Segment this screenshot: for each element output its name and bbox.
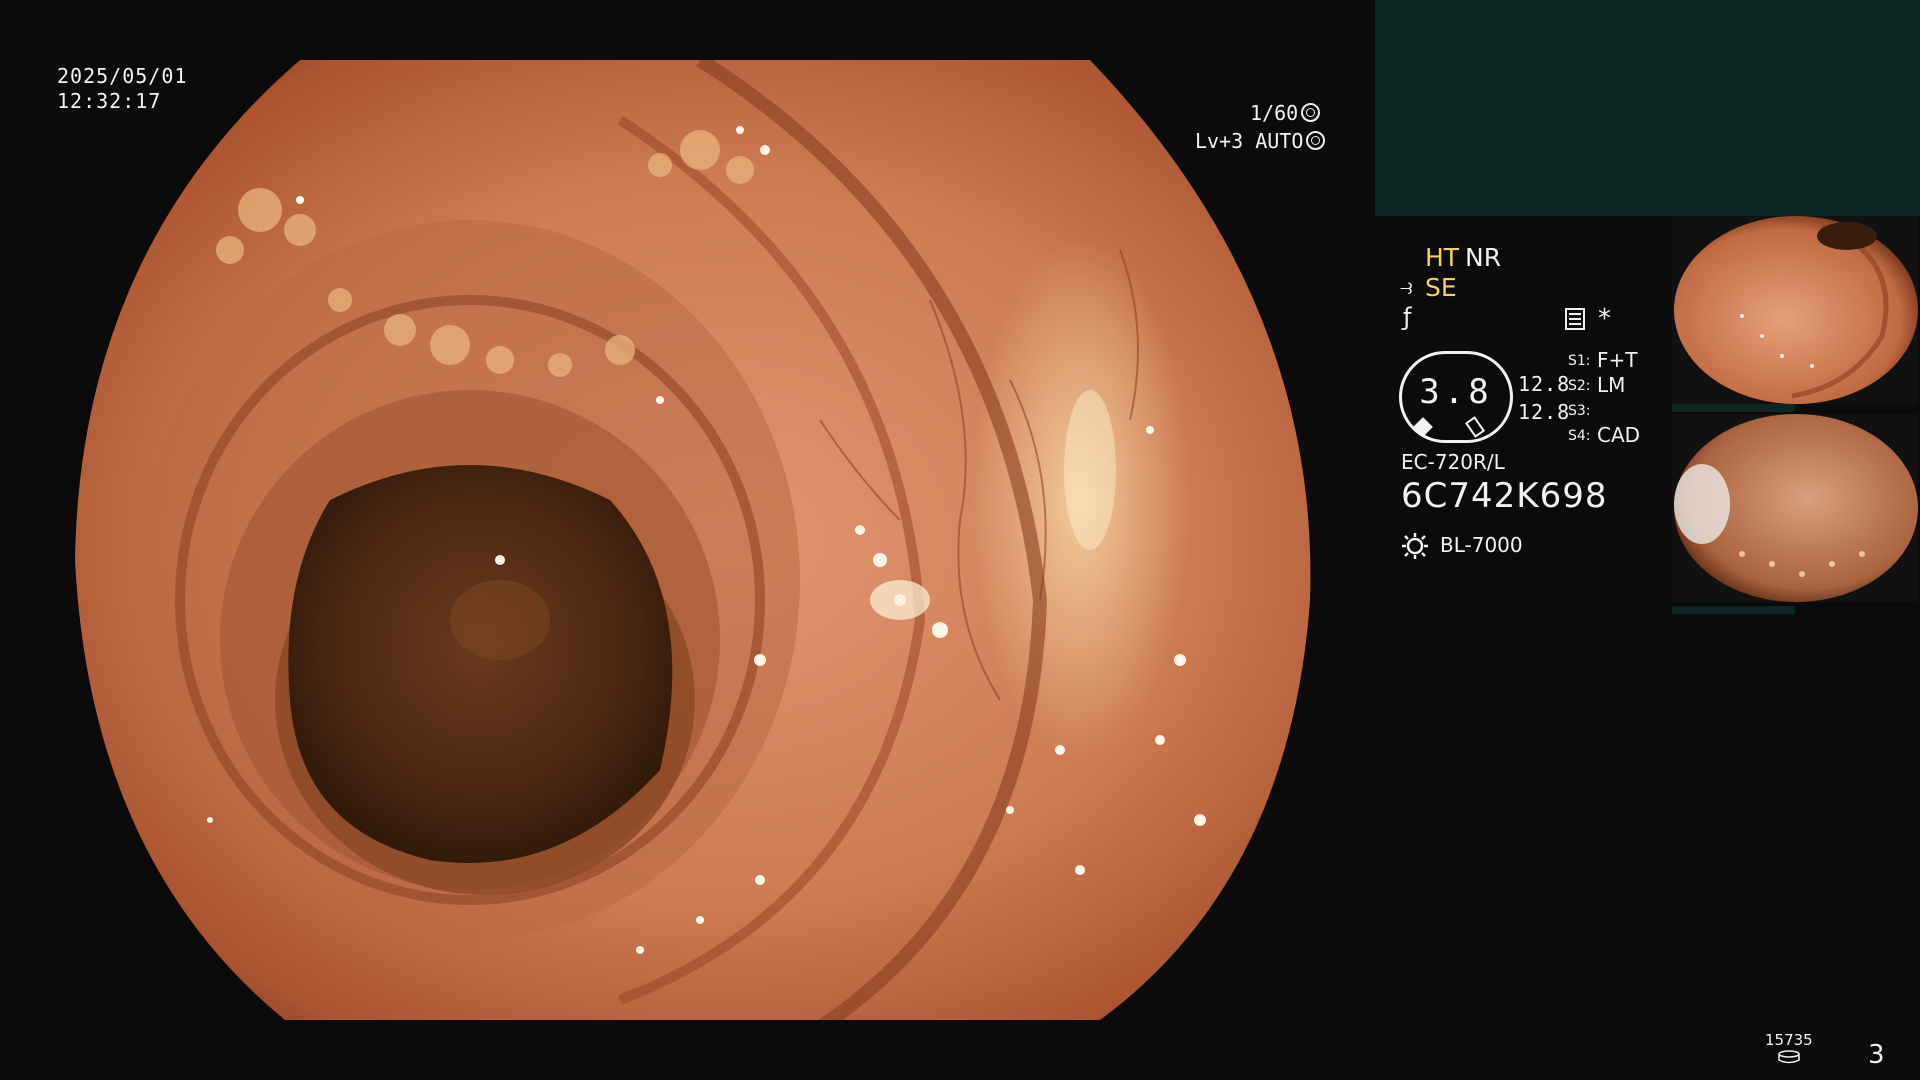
endoscope-live-view (0, 0, 1390, 1080)
thumbnail-1-image (1674, 216, 1918, 404)
light-source-icon (1402, 533, 1428, 559)
frame-number: 3 (1868, 1040, 1885, 1070)
color-enhance-icon: ƒ (1403, 303, 1412, 331)
time-readout: 12:32:17 (57, 89, 162, 113)
switch-2-value: LM (1597, 373, 1626, 397)
switch-1-value: F+T (1597, 348, 1638, 372)
level-label: Lv+3 AUTO (1195, 129, 1304, 153)
gauge-top-value: 12.8 (1518, 372, 1571, 396)
switch-4-value: CAD (1597, 423, 1641, 447)
shutter-label: 1/60 (1250, 101, 1299, 125)
captured-thumbnail-1[interactable] (1672, 216, 1918, 404)
scope-model: EC-720R/L (1401, 450, 1505, 474)
shutter-icon (1301, 103, 1321, 122)
switch-3-label: S3: (1568, 403, 1591, 419)
auto-iris-icon (1306, 131, 1326, 150)
captured-thumbnail-2[interactable] (1672, 414, 1918, 602)
brightness-level-readout: Lv+3 AUTO (1195, 129, 1326, 153)
light-source-model: BL-7000 (1440, 533, 1523, 557)
mode-nr: NR (1465, 243, 1502, 272)
thumbnail-2-image (1674, 414, 1918, 602)
mode-se: SE (1425, 273, 1457, 302)
gauge-value: 3.8 (1419, 372, 1493, 412)
menu-icon (1565, 308, 1585, 330)
shutter-readout: 1/60 (1250, 101, 1321, 125)
switch-2-label: S2: (1568, 378, 1591, 394)
thumbnail-2-status-bar (1672, 606, 1795, 614)
switch-4-label: S4: (1568, 428, 1591, 444)
switch-1-label: S1: (1568, 353, 1591, 369)
disk-icon (1778, 1050, 1800, 1064)
star-icon: * (1598, 304, 1611, 334)
gauge-bottom-value: 12.8 (1518, 400, 1571, 424)
image-counter: 15735 (1765, 1031, 1813, 1049)
mode-ht: HT (1425, 243, 1460, 272)
thumbnail-1-status-bar (1672, 404, 1795, 412)
date-readout: 2025/05/01 (57, 64, 188, 88)
info-panel-header (1375, 0, 1920, 216)
structure-enhance-icon: ⥽ (1400, 275, 1413, 300)
scope-serial: 6C742K698 (1401, 476, 1608, 516)
